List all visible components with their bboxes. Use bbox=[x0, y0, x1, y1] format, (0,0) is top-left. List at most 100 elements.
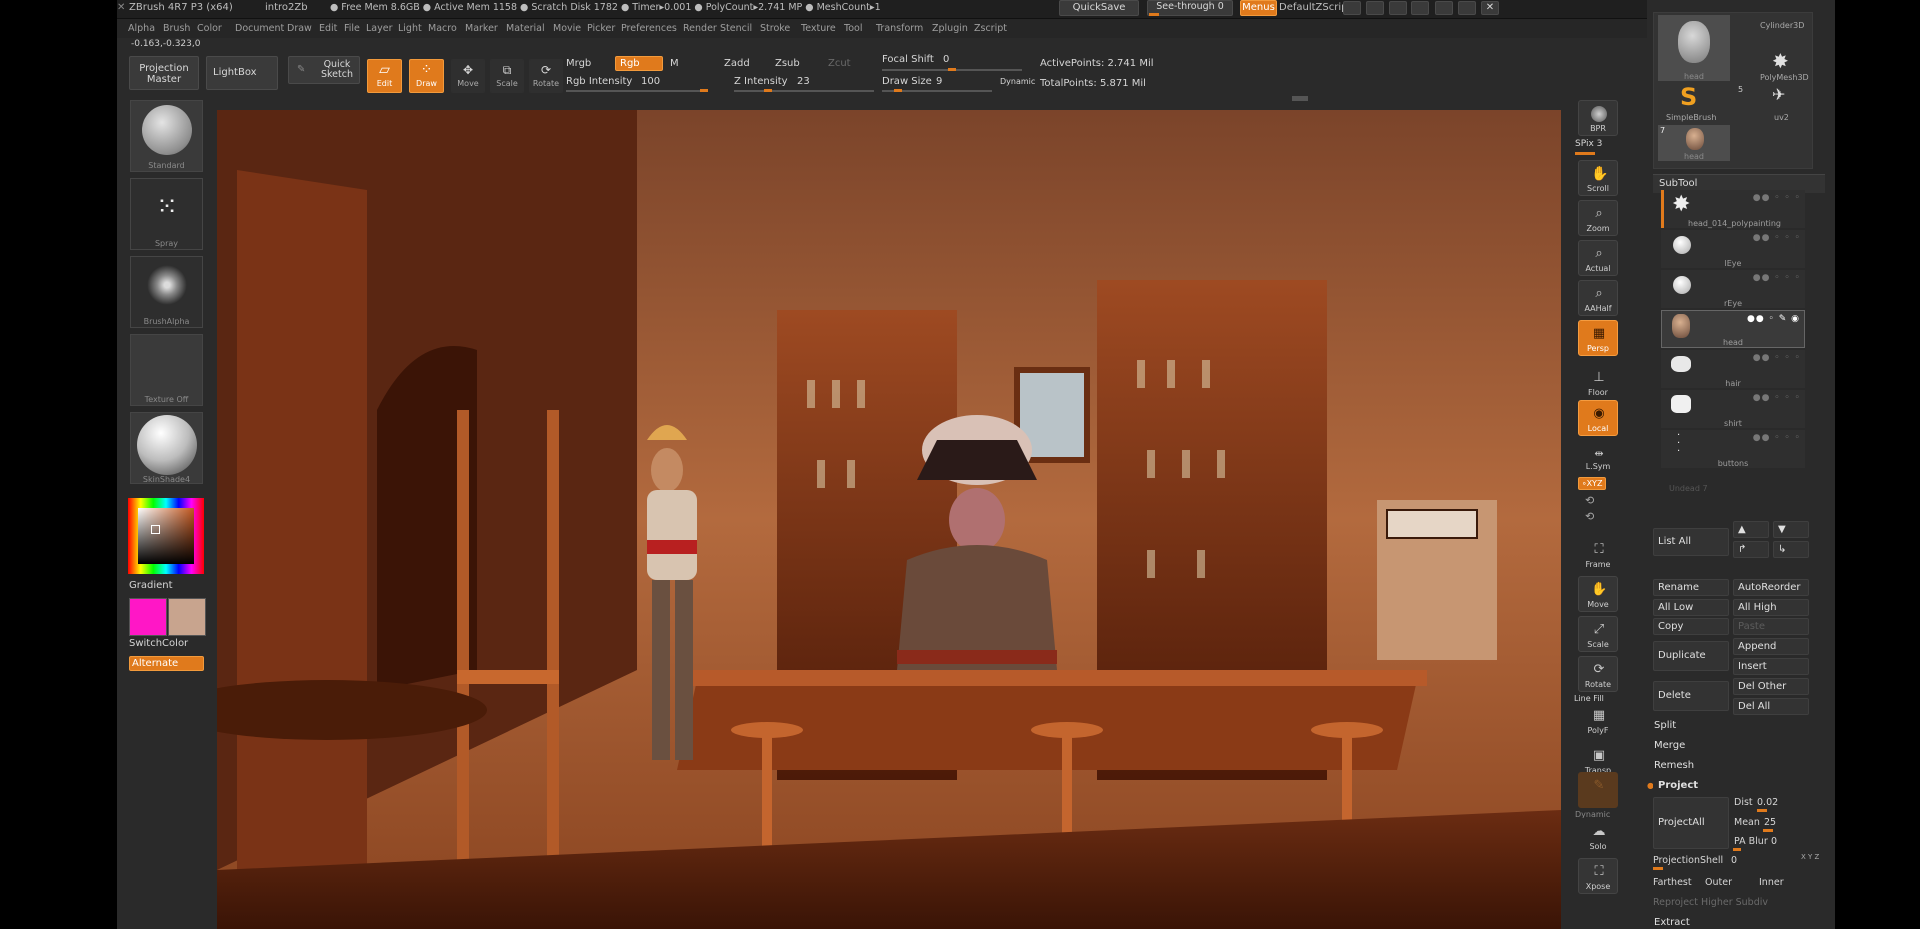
menu-render[interactable]: Render bbox=[683, 23, 717, 34]
rgb-intensity-slider[interactable] bbox=[566, 90, 706, 92]
menu-macro[interactable]: Macro bbox=[428, 23, 457, 34]
simplebrush-icon[interactable]: S bbox=[1680, 83, 1697, 111]
lock-icon[interactable] bbox=[1411, 1, 1429, 15]
visibility-toggles[interactable]: ●● ◦ ◦ ◦ bbox=[1753, 233, 1801, 243]
rotate-view-button[interactable]: ⟳ Rotate bbox=[1578, 656, 1618, 692]
project-all-button[interactable]: ProjectAll bbox=[1653, 797, 1729, 849]
dist-slider[interactable] bbox=[1757, 809, 1767, 812]
menu-alpha[interactable]: Alpha bbox=[128, 23, 155, 34]
subtool-row[interactable]: ●● ◦ ◦ ◦ rEye bbox=[1661, 270, 1805, 308]
remesh-section[interactable]: Remesh bbox=[1649, 757, 1827, 774]
menu-zscript[interactable]: Zscript bbox=[974, 23, 1007, 34]
canvas-viewport[interactable] bbox=[217, 110, 1561, 929]
copy-button[interactable]: Copy bbox=[1653, 618, 1729, 635]
maximize-icon[interactable] bbox=[1458, 1, 1476, 15]
menu-brush[interactable]: Brush bbox=[163, 23, 190, 34]
m-toggle[interactable]: M bbox=[670, 58, 679, 69]
move-up-branch-button[interactable]: ↱ bbox=[1733, 541, 1769, 558]
persp-button[interactable]: ▦ Persp bbox=[1578, 320, 1618, 356]
menu-stroke[interactable]: Stroke bbox=[760, 23, 790, 34]
menu-stencil[interactable]: Stencil bbox=[720, 23, 752, 34]
scroll-button[interactable]: ✋ Scroll bbox=[1578, 160, 1618, 196]
quicksave-button[interactable]: QuickSave bbox=[1059, 0, 1139, 16]
projection-master-button[interactable]: Projection Master bbox=[129, 56, 199, 90]
menu-transform[interactable]: Transform bbox=[876, 23, 923, 34]
scale-view-button[interactable]: ⤢ Scale bbox=[1578, 616, 1618, 652]
rotate-axis-icon[interactable]: ⟲ bbox=[1585, 494, 1594, 507]
switch-color-button[interactable]: SwitchColor bbox=[129, 638, 188, 649]
menu-marker[interactable]: Marker bbox=[465, 23, 498, 34]
tool-cylinder-label[interactable]: Cylinder3D bbox=[1760, 21, 1804, 30]
visibility-toggles[interactable]: ●● ◦ ◦ ◦ bbox=[1753, 353, 1801, 363]
ghost-button[interactable]: ✎ bbox=[1578, 772, 1618, 808]
rename-button[interactable]: Rename bbox=[1653, 579, 1729, 596]
texture-slot[interactable]: Texture Off bbox=[130, 334, 203, 406]
secondary-color-swatch[interactable] bbox=[168, 598, 206, 636]
tool-head-thumb[interactable]: head bbox=[1658, 15, 1730, 81]
menu-layer[interactable]: Layer bbox=[366, 23, 393, 34]
polyf-button[interactable]: ▦ PolyF bbox=[1578, 702, 1618, 738]
rotate-axis2-icon[interactable]: ⟲ bbox=[1585, 510, 1594, 523]
bpr-button[interactable]: BPR bbox=[1578, 100, 1618, 136]
solo-button[interactable]: ☁ Solo bbox=[1578, 818, 1618, 854]
subtool-row[interactable]: ●● ◦ ◦ ◦ shirt bbox=[1661, 390, 1805, 428]
menu-color[interactable]: Color bbox=[197, 23, 222, 34]
menu-tool[interactable]: Tool bbox=[844, 23, 862, 34]
uv2-plane-icon[interactable]: ✈ bbox=[1772, 85, 1785, 104]
zoom-button[interactable]: ⌕ Zoom bbox=[1578, 200, 1618, 236]
see-through-slider[interactable]: See-through 0 bbox=[1147, 0, 1233, 16]
spix-value[interactable]: SPix 3 bbox=[1575, 139, 1602, 149]
move-view-button[interactable]: ✋ Move bbox=[1578, 576, 1618, 612]
tool-head2-thumb[interactable]: 7 head bbox=[1658, 125, 1730, 161]
zsub-toggle[interactable]: Zsub bbox=[775, 58, 800, 69]
menu-material[interactable]: Material bbox=[506, 23, 545, 34]
reproject-higher-subdiv-button[interactable]: Reproject Higher Subdiv bbox=[1653, 897, 1768, 908]
projection-shell-axes[interactable]: X Y Z bbox=[1801, 853, 1819, 861]
pa-blur-slider[interactable] bbox=[1733, 848, 1741, 851]
menu-zplugin[interactable]: Zplugin bbox=[932, 23, 968, 34]
rotate-mode-button[interactable]: ⟳ Rotate bbox=[529, 59, 563, 93]
edit-mode-button[interactable]: ▱ Edit bbox=[367, 59, 402, 93]
visibility-toggles[interactable]: ●● ◦ ◦ ◦ bbox=[1753, 193, 1801, 203]
menu-movie[interactable]: Movie bbox=[553, 23, 581, 34]
brush-standard[interactable]: Standard bbox=[130, 100, 203, 172]
projection-shell-slider[interactable] bbox=[1653, 867, 1663, 870]
del-other-button[interactable]: Del Other bbox=[1733, 678, 1809, 695]
visibility-toggles[interactable]: ●● ◦ ◦ ◦ bbox=[1753, 433, 1801, 443]
menus-toggle[interactable]: Menus bbox=[1240, 0, 1277, 16]
menu-edit[interactable]: Edit bbox=[319, 23, 337, 34]
color-picker-square[interactable] bbox=[138, 508, 194, 564]
paste-button[interactable]: Paste bbox=[1733, 618, 1809, 635]
move-mode-button[interactable]: ✥ Move bbox=[451, 59, 485, 93]
z-intensity-handle[interactable] bbox=[764, 89, 772, 92]
main-color-swatch[interactable] bbox=[129, 598, 167, 636]
layout2-icon[interactable] bbox=[1366, 1, 1384, 15]
help-icon[interactable] bbox=[1389, 1, 1407, 15]
subtool-row[interactable]: ✸ ●● ◦ ◦ ◦ head_014_polypainting bbox=[1661, 190, 1805, 228]
mrgb-toggle[interactable]: Mrgb bbox=[566, 58, 591, 69]
subtool-row[interactable]: ●● ◦ ◦ ◦ lEye bbox=[1661, 230, 1805, 268]
mean-slider[interactable] bbox=[1763, 829, 1773, 832]
minimize-icon[interactable] bbox=[1435, 1, 1453, 15]
insert-button[interactable]: Insert bbox=[1733, 658, 1809, 675]
rgb-intensity-handle[interactable] bbox=[700, 89, 708, 92]
spix-slider[interactable] bbox=[1575, 152, 1595, 155]
lightbox-button[interactable]: LightBox bbox=[206, 56, 278, 90]
move-down-button[interactable]: ▼ bbox=[1773, 521, 1809, 538]
menu-draw[interactable]: Draw bbox=[287, 23, 312, 34]
list-all-button[interactable]: List All bbox=[1653, 528, 1729, 556]
farthest-toggle[interactable]: Farthest bbox=[1653, 877, 1692, 888]
visibility-toggles[interactable]: ●● ◦ ◦ ◦ bbox=[1753, 273, 1801, 283]
draw-mode-button[interactable]: ⁘ Draw bbox=[409, 59, 444, 93]
gradient-toggle[interactable]: Gradient bbox=[129, 580, 173, 591]
color-picker[interactable] bbox=[128, 498, 204, 574]
default-zscript[interactable]: DefaultZScript bbox=[1279, 2, 1351, 13]
brush-alpha[interactable]: BrushAlpha bbox=[130, 256, 203, 328]
local-button[interactable]: ◉ Local bbox=[1578, 400, 1618, 436]
menu-picker[interactable]: Picker bbox=[587, 23, 615, 34]
focal-shift-handle[interactable] bbox=[948, 68, 956, 71]
xyz-toggle[interactable]: ∘XYZ bbox=[1578, 477, 1606, 490]
subtool-row[interactable]: · · · ●● ◦ ◦ ◦ buttons bbox=[1661, 430, 1805, 468]
frame-button[interactable]: ⛶ Frame bbox=[1578, 536, 1618, 572]
tool-uv2-label[interactable]: uv2 bbox=[1774, 113, 1789, 122]
